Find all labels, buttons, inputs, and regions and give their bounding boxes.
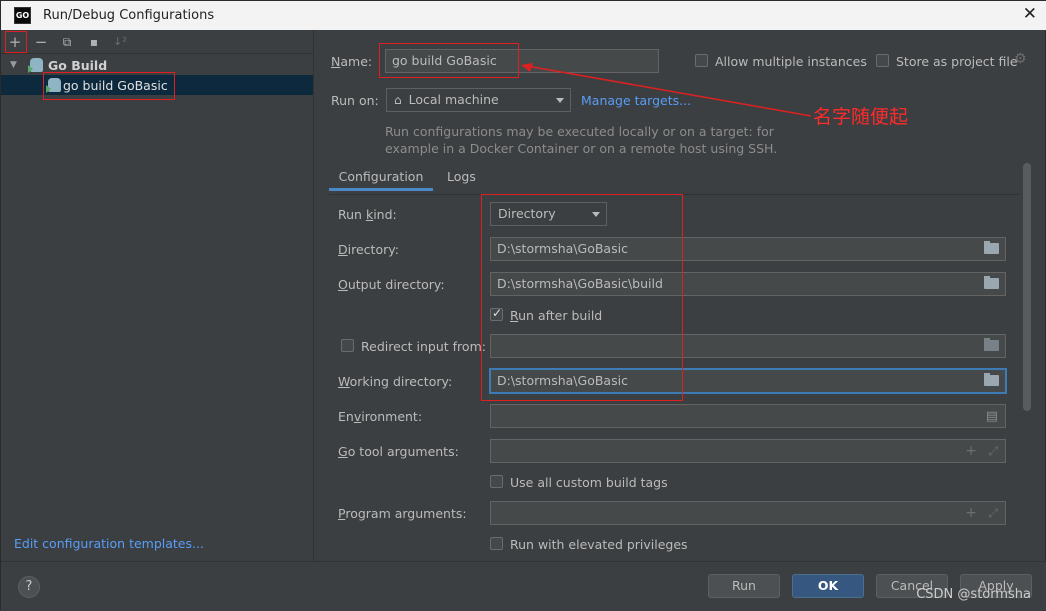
run-kind-select[interactable]: Directory	[490, 202, 607, 226]
close-icon[interactable]: ✕	[1023, 4, 1037, 24]
sort-configurations-button[interactable]: ↓²	[111, 33, 129, 51]
window-title: Run/Debug Configurations	[43, 8, 215, 23]
tree-item-go-build-gobasic[interactable]: go build GoBasic	[1, 75, 313, 95]
output-directory-label: Output directory:	[338, 277, 445, 292]
dialog-footer: ? Run OK Cancel Apply CSDN @stormsha	[1, 561, 1046, 611]
title-bar: GO Run/Debug Configurations ✕	[1, 1, 1046, 30]
home-icon: ⌂	[394, 93, 402, 107]
form-scrollbar[interactable]	[1023, 163, 1031, 411]
output-directory-value: D:\stormsha\GoBasic\build	[497, 276, 663, 291]
redirect-input-label: Redirect input from:	[361, 339, 486, 354]
working-directory-label: Working directory:	[338, 374, 453, 389]
run-kind-label: Run kind:	[338, 207, 397, 222]
add-configuration-button[interactable]: +	[6, 33, 24, 51]
go-tool-arguments-label: Go tool arguments:	[338, 444, 459, 459]
run-on-hint-1: Run configurations may be executed local…	[385, 124, 774, 139]
working-directory-field[interactable]: D:\stormsha\GoBasic	[490, 369, 1006, 393]
custom-build-tags-label: Use all custom build tags	[510, 475, 668, 490]
plus-icon[interactable]: +	[965, 440, 977, 462]
tab-logs[interactable]: Logs	[447, 163, 476, 191]
working-directory-value: D:\stormsha\GoBasic	[497, 373, 628, 388]
store-as-project-label: Store as project file	[896, 54, 1018, 69]
folder-icon[interactable]	[984, 338, 999, 351]
copy-configuration-button[interactable]: ⧉	[58, 33, 76, 51]
go-build-icon	[28, 58, 43, 73]
environment-label: Environment:	[338, 409, 423, 424]
run-on-value: Local machine	[408, 92, 499, 107]
plus-icon[interactable]: +	[965, 502, 977, 524]
run-after-build-checkbox[interactable]	[490, 306, 503, 321]
tab-divider	[329, 194, 1019, 195]
dialog-window: GO Run/Debug Configurations ✕ + − ⧉ ▪ ↓²…	[0, 0, 1046, 611]
run-after-build-label: Run after build	[510, 308, 603, 323]
custom-build-tags-checkbox[interactable]	[490, 475, 503, 488]
run-on-label: Run on:	[331, 93, 379, 108]
document-icon[interactable]: ▤	[986, 406, 998, 428]
tree-group-go-build[interactable]: ▼ Go Build	[1, 55, 313, 75]
go-build-icon	[46, 78, 61, 93]
environment-field[interactable]: ▤	[490, 404, 1006, 428]
name-label: Name:	[331, 54, 373, 69]
redirect-input-field[interactable]	[490, 334, 1006, 358]
expand-icon[interactable]: ⤢	[988, 440, 998, 462]
directory-field[interactable]: D:\stormsha\GoBasic	[490, 237, 1006, 261]
tree-group-label: Go Build	[48, 57, 108, 73]
tree-item-label: go build GoBasic	[63, 77, 168, 93]
watermark: CSDN @stormsha	[916, 587, 1031, 602]
ok-button[interactable]: OK	[792, 574, 864, 598]
program-arguments-field[interactable]: + ⤢	[490, 501, 1006, 525]
tab-bar: Configuration Logs	[329, 163, 1019, 195]
expand-icon[interactable]: ⤢	[988, 502, 998, 524]
chevron-down-icon[interactable]: ▼	[10, 60, 20, 70]
output-directory-field[interactable]: D:\stormsha\GoBasic\build	[490, 272, 1006, 296]
program-arguments-label: Program arguments:	[338, 506, 467, 521]
folder-icon[interactable]	[984, 373, 999, 386]
store-as-project-checkbox[interactable]	[876, 54, 889, 67]
folder-icon[interactable]	[984, 276, 999, 289]
configurations-tree-pane: + − ⧉ ▪ ↓² ▼ Go Build go build GoBasic E…	[1, 30, 314, 561]
tab-configuration[interactable]: Configuration	[329, 163, 433, 191]
remove-configuration-button[interactable]: −	[32, 33, 50, 51]
redirect-input-checkbox[interactable]	[341, 339, 354, 352]
annotation-arrow	[521, 63, 812, 117]
annotation-text: 名字随便起	[813, 106, 909, 128]
run-button[interactable]: Run	[708, 574, 780, 598]
configuration-editor: Name: go build GoBasic Allow multiple in…	[315, 30, 1046, 561]
chevron-down-icon	[592, 212, 600, 217]
gear-icon[interactable]: ⚙	[1014, 51, 1027, 67]
folder-icon[interactable]	[984, 241, 999, 254]
directory-label: Directory:	[338, 242, 399, 257]
directory-value: D:\stormsha\GoBasic	[497, 241, 628, 256]
elevated-privileges-label: Run with elevated privileges	[510, 537, 688, 552]
run-on-hint-2: example in a Docker Container or on a re…	[385, 141, 778, 156]
goland-app-icon: GO	[14, 7, 31, 24]
run-kind-value: Directory	[498, 206, 556, 221]
go-tool-arguments-field[interactable]: + ⤢	[490, 439, 1006, 463]
elevated-privileges-checkbox[interactable]	[490, 537, 503, 550]
new-folder-button[interactable]: ▪	[85, 33, 103, 51]
edit-templates-link[interactable]: Edit configuration templates...	[14, 536, 204, 551]
tree-toolbar: + − ⧉ ▪ ↓²	[1, 30, 314, 54]
help-button[interactable]: ?	[18, 576, 40, 598]
